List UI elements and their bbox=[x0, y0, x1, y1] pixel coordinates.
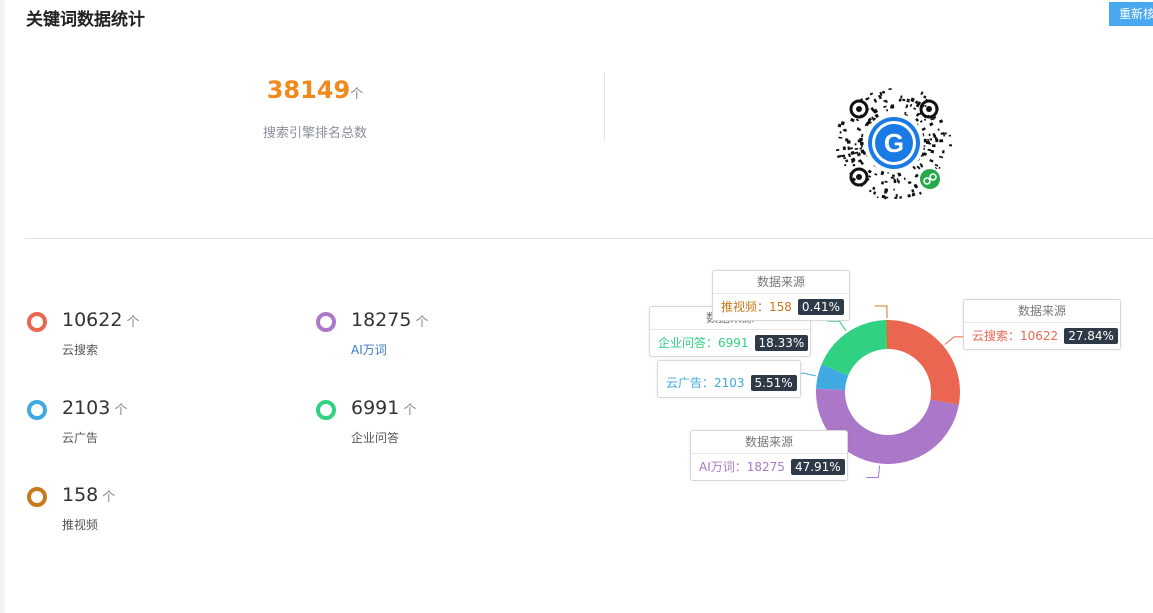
stat-unit: 个 bbox=[126, 315, 140, 330]
section-divider bbox=[25, 238, 1153, 239]
stat-label: 云广告 bbox=[62, 431, 99, 445]
tooltip-percent: 0.41% bbox=[797, 299, 845, 315]
enterprise-qa-ring-icon bbox=[316, 400, 336, 420]
stat-label: 云搜索 bbox=[62, 343, 99, 357]
stat-value: 158 bbox=[62, 484, 99, 506]
donut-leader-line bbox=[874, 305, 888, 319]
tooltip-text: 企业问答：6991 bbox=[658, 336, 749, 350]
source-donut-chart: 数据来源 企业问答：6991 18.33% 云广告：2103 5.51% 数据来源 … bbox=[640, 260, 1140, 500]
page-title: 关键词数据统计 bbox=[26, 10, 145, 30]
tooltip-text: 云搜索：10622 bbox=[972, 329, 1059, 343]
tooltip-cloud-search: 数据来源 云搜索：10622 27.84% bbox=[963, 299, 1121, 350]
stat-unit: 个 bbox=[415, 315, 429, 330]
tooltip-text: 云广告：2103 bbox=[666, 376, 745, 390]
donut-slice[interactable] bbox=[888, 320, 960, 405]
stat-unit: 个 bbox=[403, 403, 417, 418]
donut-leader-line bbox=[827, 320, 847, 332]
tooltip-percent: 18.33% bbox=[754, 335, 809, 351]
tooltip-percent: 5.51% bbox=[750, 375, 797, 391]
tooltip-video: 数据来源 推视频：158 0.41% bbox=[712, 270, 850, 321]
stat-value: 6991 bbox=[351, 397, 400, 419]
tooltip-cloud-ads: 云广告：2103 5.51% bbox=[657, 360, 801, 398]
tooltip-percent: 47.91% bbox=[790, 459, 845, 475]
stat-label: 企业问答 bbox=[351, 431, 400, 445]
tooltip-text: 推视频：158 bbox=[721, 300, 792, 314]
qr-logo-letter: G bbox=[884, 128, 904, 158]
ai-words-ring-icon bbox=[316, 312, 336, 332]
tooltip-head: 数据来源 bbox=[691, 431, 847, 454]
stat-label: 推视频 bbox=[62, 518, 99, 532]
total-value: 38149 bbox=[266, 76, 351, 104]
total-unit: 个 bbox=[350, 87, 364, 102]
stat-value: 18275 bbox=[351, 309, 412, 331]
tooltip-text: AI万词：18275 bbox=[699, 460, 785, 474]
tooltip-ai-words: 数据来源 AI万词：18275 47.91% bbox=[690, 430, 848, 481]
left-edge bbox=[0, 0, 5, 613]
stat-unit: 个 bbox=[114, 403, 128, 418]
total-count: 38149个 bbox=[200, 76, 430, 104]
stat-value: 10622 bbox=[62, 309, 123, 331]
donut-leader-line bbox=[866, 465, 881, 478]
mini-program-qr-code-icon: G bbox=[836, 88, 952, 200]
tooltip-percent: 27.84% bbox=[1064, 328, 1118, 344]
stat-label-link[interactable]: AI万词 bbox=[351, 341, 387, 358]
donut-slice[interactable] bbox=[821, 320, 887, 376]
refresh-button[interactable]: 重新核 bbox=[1109, 2, 1153, 26]
video-ring-icon bbox=[27, 487, 47, 507]
stat-unit: 个 bbox=[102, 490, 116, 505]
cloud-ads-ring-icon bbox=[27, 400, 47, 420]
stat-value: 2103 bbox=[62, 397, 111, 419]
tooltip-head: 数据来源 bbox=[964, 300, 1120, 323]
tooltip-head: 数据来源 bbox=[713, 271, 849, 294]
total-label: 搜索引擎排名总数 bbox=[262, 126, 367, 141]
vertical-divider bbox=[604, 72, 605, 140]
cloud-search-ring-icon bbox=[27, 312, 47, 332]
